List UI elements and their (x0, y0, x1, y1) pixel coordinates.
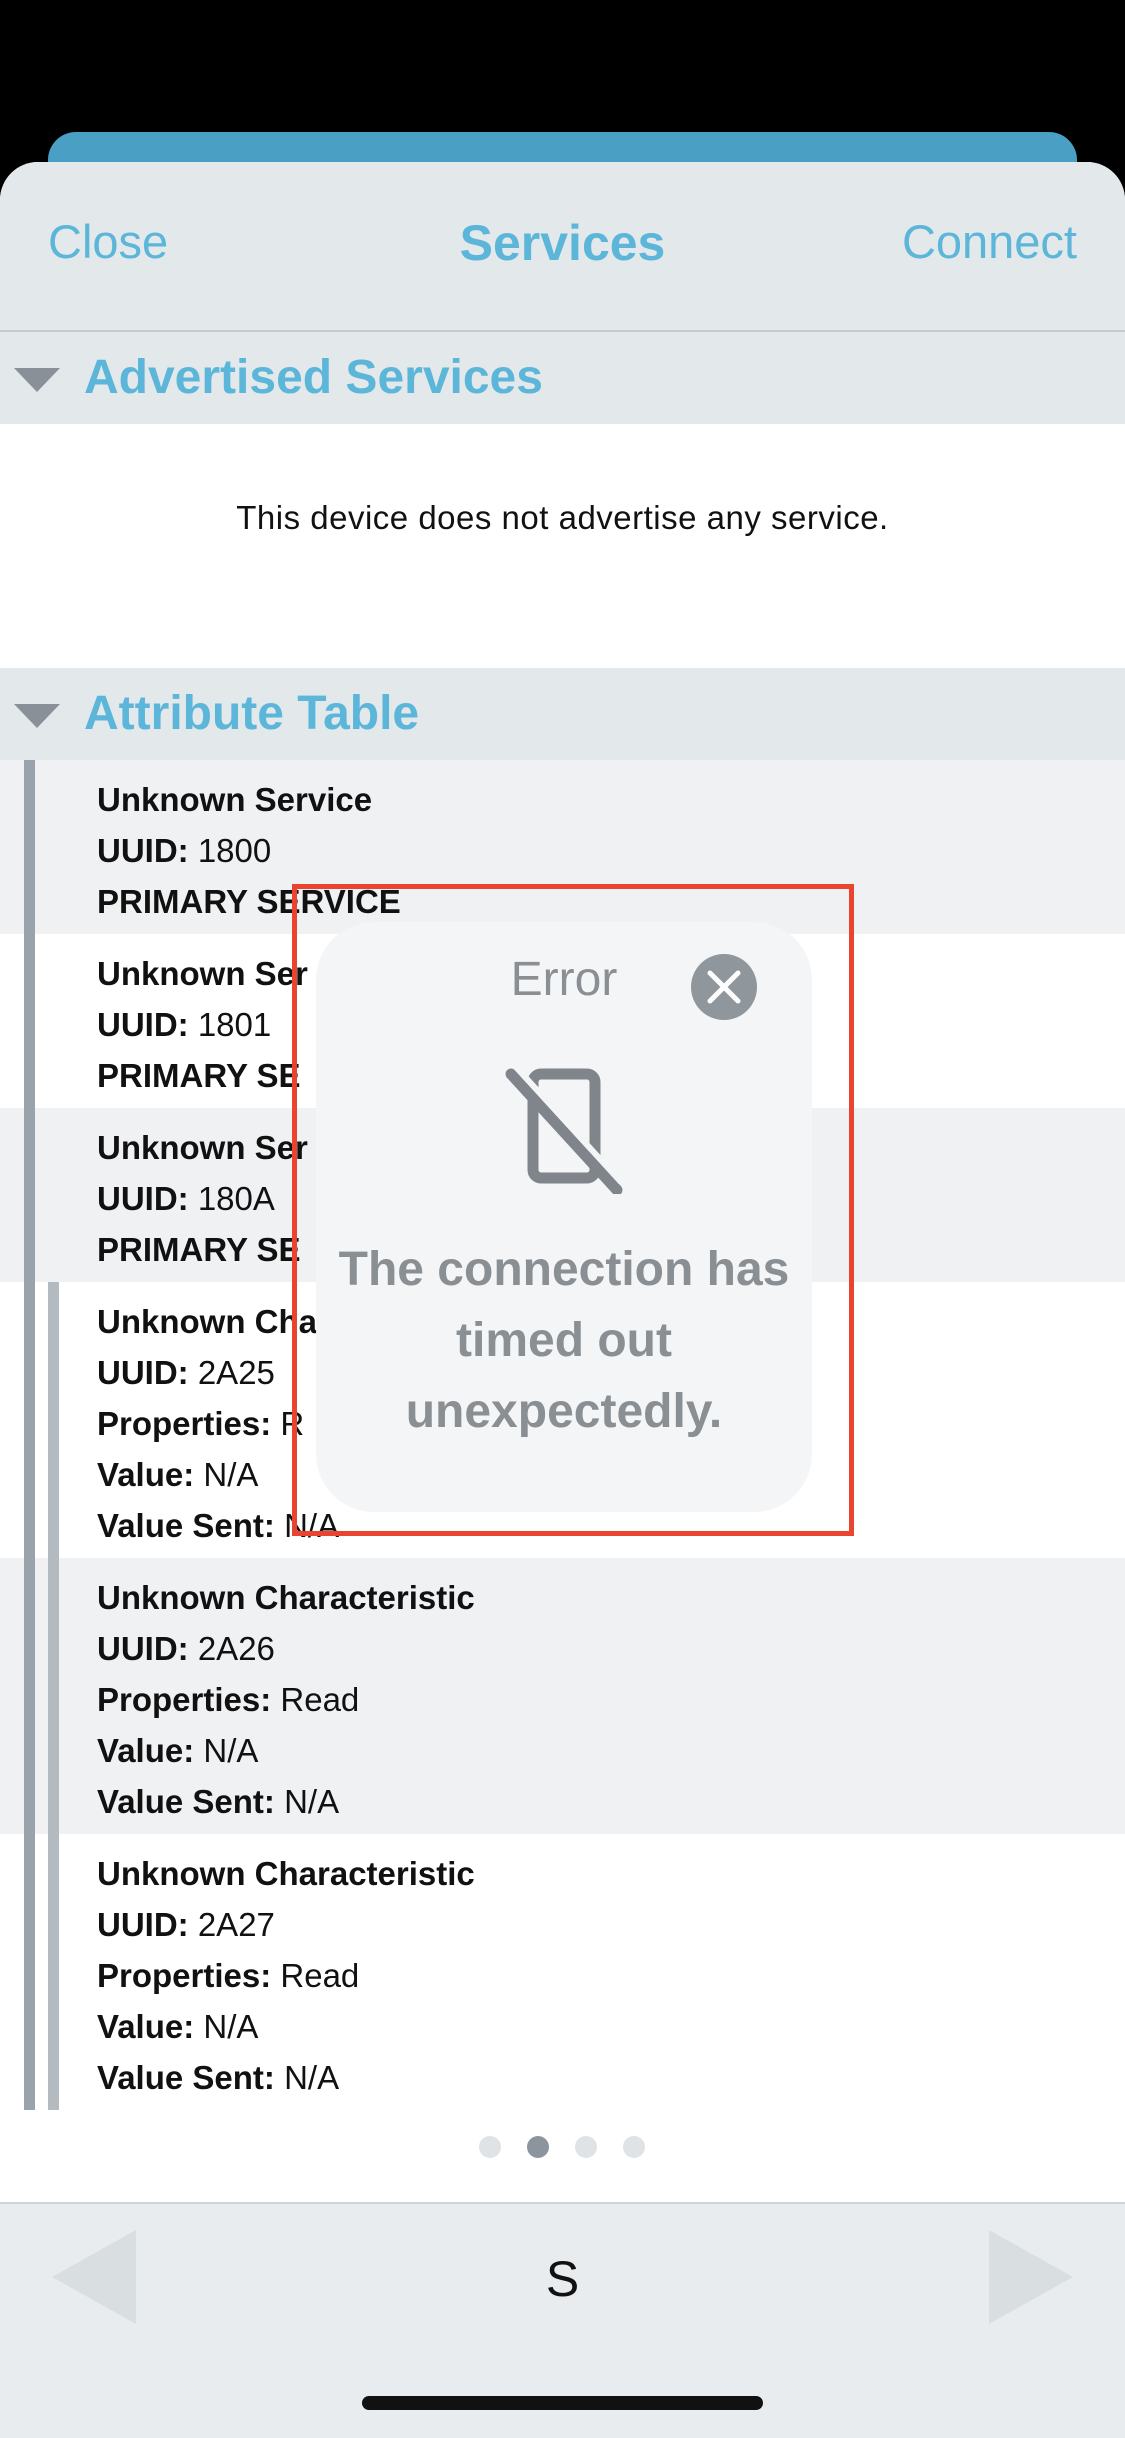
value-value: N/A (203, 1456, 259, 1493)
uuid-value: 2A25 (197, 1354, 275, 1391)
value-label: Value: (97, 1456, 195, 1493)
uuid-label: UUID: (97, 1354, 189, 1391)
hierarchy-bar (48, 1834, 59, 2110)
uuid-value: 2A26 (197, 1630, 275, 1667)
table-row[interactable]: Unknown Characteristic UUID: 2A26 Proper… (0, 1558, 1125, 1834)
properties-value: Read (280, 1957, 360, 1994)
navigation-bar: Close Services Connect (0, 162, 1125, 332)
hierarchy-bar (24, 934, 35, 1108)
page-dot[interactable] (623, 2136, 645, 2158)
value-sent-value: N/A (284, 1783, 340, 1820)
uuid-label: UUID: (97, 1006, 189, 1043)
uuid-value: 1800 (197, 832, 272, 869)
row-name: Unknown Characteristic (97, 1855, 475, 1892)
page-indicator[interactable] (0, 2136, 1125, 2160)
uuid-value: 1801 (197, 1006, 272, 1043)
hierarchy-bar (24, 1834, 35, 2110)
value-sent-label: Value Sent: (97, 1783, 275, 1820)
value-label: Value: (97, 1732, 195, 1769)
next-arrow-icon[interactable] (989, 2230, 1073, 2324)
properties-label: Properties: (97, 1405, 272, 1442)
home-indicator[interactable] (362, 2396, 763, 2410)
hierarchy-bar (24, 1558, 35, 1834)
properties-value: Read (280, 1681, 360, 1718)
uuid-label: UUID: (97, 1630, 189, 1667)
table-row[interactable]: Unknown Characteristic UUID: 2A27 Proper… (0, 1834, 1125, 2110)
value-sent-label: Value Sent: (97, 1507, 275, 1544)
uuid-value: 2A27 (197, 1906, 275, 1943)
hierarchy-bar (48, 1282, 59, 1558)
row-name: Unknown Cha (97, 1303, 317, 1340)
page-dot[interactable] (575, 2136, 597, 2158)
bottom-center-label: S (545, 2251, 580, 2307)
uuid-label: UUID: (97, 832, 189, 869)
hierarchy-bar (24, 1108, 35, 1282)
value-sent-label: Value Sent: (97, 2059, 275, 2096)
row-type: PRIMARY SE (97, 1231, 301, 1268)
value-sent-value: N/A (284, 2059, 340, 2096)
section-title: Attribute Table (84, 687, 420, 740)
properties-label: Properties: (97, 1681, 272, 1718)
connect-button[interactable]: Connect (902, 214, 1077, 269)
hierarchy-bar (48, 1558, 59, 1834)
uuid-label: UUID: (97, 1906, 189, 1943)
section-header-advertised[interactable]: Advertised Services (0, 332, 1125, 424)
uuid-value: 180A (197, 1180, 275, 1217)
collapse-triangle-icon (14, 368, 60, 392)
row-name: Unknown Service (97, 781, 373, 818)
value-value: N/A (203, 1732, 259, 1769)
section-title: Advertised Services (84, 351, 543, 404)
empty-message: This device does not advertise any servi… (236, 499, 889, 536)
highlight-box (292, 884, 854, 1536)
properties-label: Properties: (97, 1957, 272, 1994)
row-name: Unknown Ser (97, 1129, 308, 1166)
row-type: PRIMARY SE (97, 1057, 301, 1094)
value-value: N/A (203, 2008, 259, 2045)
value-label: Value: (97, 2008, 195, 2045)
page-dot[interactable] (479, 2136, 501, 2158)
collapse-triangle-icon (14, 704, 60, 728)
section-header-attribute-table[interactable]: Attribute Table (0, 668, 1125, 760)
page-dot-active[interactable] (527, 2136, 549, 2158)
uuid-label: UUID: (97, 1180, 189, 1217)
hierarchy-bar (24, 1282, 35, 1558)
hierarchy-bar (24, 760, 35, 934)
row-name: Unknown Characteristic (97, 1579, 475, 1616)
row-name: Unknown Ser (97, 955, 308, 992)
